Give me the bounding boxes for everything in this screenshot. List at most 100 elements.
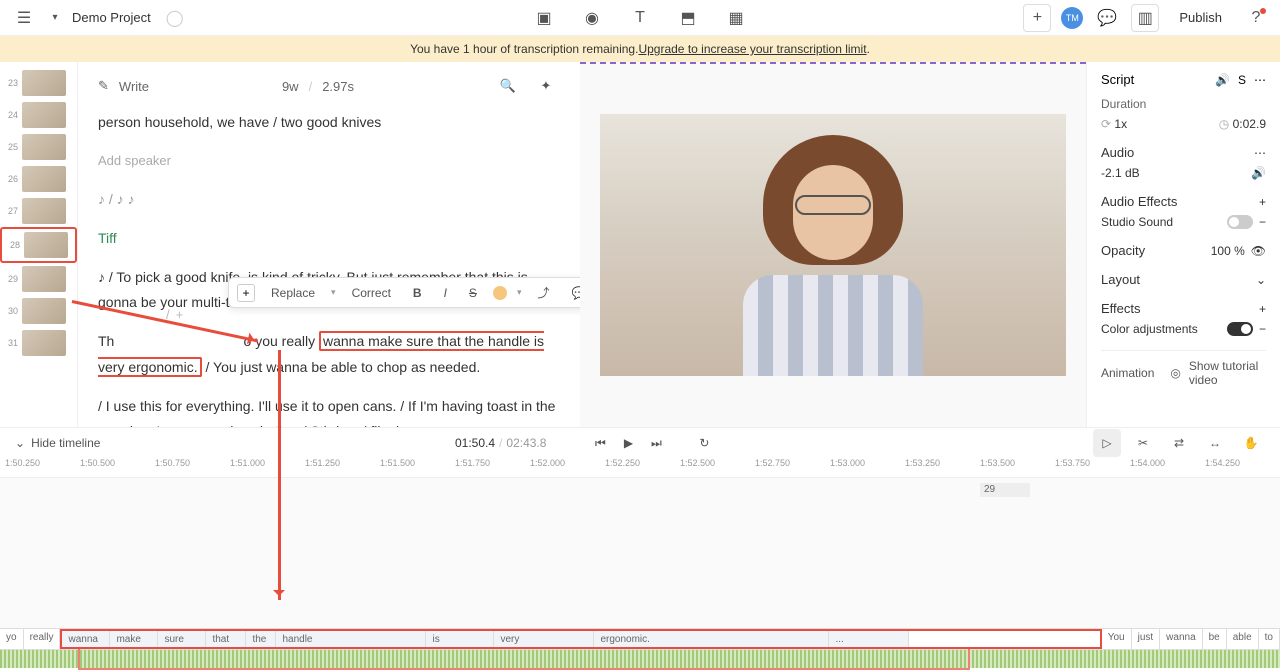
- volume-icon[interactable]: 🔊: [1251, 166, 1266, 180]
- play-button[interactable]: ▶: [614, 429, 642, 457]
- record-icon[interactable]: ◉: [578, 4, 606, 32]
- help-icon[interactable]: ?: [1242, 4, 1270, 32]
- word-cell[interactable]: the: [246, 631, 276, 647]
- word-cell[interactable]: yo: [0, 629, 24, 649]
- panel-icon[interactable]: ▥: [1131, 4, 1159, 32]
- waveform[interactable]: [0, 650, 1280, 668]
- link-tool[interactable]: ⇄: [1165, 429, 1193, 457]
- word-cell[interactable]: handle: [276, 631, 426, 647]
- color-picker[interactable]: [493, 286, 507, 300]
- duration-value[interactable]: 0:02.9: [1233, 117, 1266, 131]
- remove-icon[interactable]: −: [1259, 215, 1266, 229]
- thumbnail-23[interactable]: 23: [0, 67, 77, 99]
- avatar[interactable]: TM: [1061, 7, 1083, 29]
- text-icon[interactable]: T: [626, 4, 654, 32]
- project-name: Demo Project: [72, 10, 151, 25]
- plus-icon[interactable]: +: [176, 307, 184, 322]
- camera-icon[interactable]: ▣: [530, 4, 558, 32]
- italic-button[interactable]: I: [438, 284, 453, 302]
- menu-icon[interactable]: ☰: [10, 4, 38, 32]
- word-cell[interactable]: make: [110, 631, 158, 647]
- word-cell[interactable]: able: [1227, 629, 1259, 649]
- volume-icon[interactable]: 🔊: [1215, 73, 1230, 87]
- replace-button[interactable]: Replace: [265, 284, 321, 302]
- speaker-label[interactable]: Tiff: [98, 226, 560, 251]
- add-icon[interactable]: +: [1023, 4, 1051, 32]
- word-cell[interactable]: ...: [829, 631, 909, 647]
- animation-button[interactable]: Animation: [1101, 366, 1154, 380]
- blade-tool[interactable]: ✂: [1129, 429, 1157, 457]
- selected-words[interactable]: wannamakesurethatthehandleisveryergonomi…: [60, 629, 1101, 649]
- prev-button[interactable]: ⏮: [586, 429, 614, 457]
- eye-icon[interactable]: 👁: [1251, 244, 1266, 258]
- hide-timeline-icon[interactable]: ⌄: [15, 436, 25, 450]
- next-button[interactable]: ⏭: [642, 429, 670, 457]
- speed-value[interactable]: 1x: [1114, 117, 1127, 131]
- thumbnail-29[interactable]: 29: [0, 263, 77, 295]
- word-cell[interactable]: just: [1132, 629, 1161, 649]
- resize-tool[interactable]: ↔: [1201, 429, 1229, 457]
- publish-button[interactable]: Publish: [1169, 6, 1232, 29]
- color-adjustments-label: Color adjustments: [1101, 322, 1198, 336]
- add-icon[interactable]: +: [1259, 302, 1266, 316]
- transcript-line[interactable]: person household, we have / two good kni…: [98, 110, 560, 135]
- chevron-down-icon[interactable]: ▾: [48, 4, 62, 32]
- timeline-tracks[interactable]: 29: [0, 478, 1280, 628]
- audio-db[interactable]: -2.1 dB: [1101, 166, 1140, 180]
- word-cell[interactable]: really: [24, 629, 61, 649]
- word-cell[interactable]: sure: [158, 631, 206, 647]
- thumbnail-27[interactable]: 27: [0, 195, 77, 227]
- sparkle-icon[interactable]: ✦: [532, 72, 560, 100]
- loop-icon[interactable]: ↻: [690, 429, 718, 457]
- word-cell[interactable]: You: [1102, 629, 1132, 649]
- more-icon[interactable]: ⋯: [1254, 146, 1266, 160]
- strike-button[interactable]: S: [463, 284, 483, 302]
- timeline-panel: ⌄ Hide timeline 01:50.4 / 02:43.8 ⏮ ▶ ⏭ …: [0, 427, 1280, 667]
- thumbnail-25[interactable]: 25: [0, 131, 77, 163]
- word-cell[interactable]: ergonomic.: [594, 631, 829, 647]
- write-label: Write: [119, 79, 149, 94]
- studio-sound-toggle[interactable]: [1227, 215, 1253, 229]
- more-icon[interactable]: ⋯: [1254, 73, 1266, 87]
- hide-timeline-button[interactable]: Hide timeline: [31, 436, 100, 450]
- s-button[interactable]: S: [1238, 73, 1246, 87]
- word-cell[interactable]: to: [1259, 629, 1280, 649]
- comment-icon[interactable]: 💬: [565, 284, 580, 302]
- video-preview[interactable]: [580, 62, 1086, 427]
- comment-icon[interactable]: 💬: [1093, 4, 1121, 32]
- thumbnail-30[interactable]: 30: [0, 295, 77, 327]
- word-cell[interactable]: be: [1203, 629, 1227, 649]
- thumbnail-24[interactable]: 24: [0, 99, 77, 131]
- shapes-icon[interactable]: ⬒: [674, 4, 702, 32]
- add-icon[interactable]: +: [1259, 195, 1266, 209]
- add-button[interactable]: +: [237, 284, 255, 302]
- word-cell[interactable]: that: [206, 631, 246, 647]
- remove-icon[interactable]: −: [1259, 322, 1266, 336]
- thumbnail-28[interactable]: 28: [0, 227, 77, 263]
- word-cell[interactable]: very: [494, 631, 594, 647]
- correct-button[interactable]: Correct: [346, 284, 397, 302]
- word-track[interactable]: yoreallywannamakesurethatthehandleisvery…: [0, 628, 1280, 650]
- transcript-paragraph[interactable]: / I use this for everything. I'll use it…: [98, 394, 560, 427]
- hand-tool[interactable]: ✋: [1237, 429, 1265, 457]
- grid-icon[interactable]: ▦: [722, 4, 750, 32]
- timeline-ruler[interactable]: 1:50.2501:50.5001:50.7501:51.0001:51.250…: [0, 458, 1280, 478]
- thumbnail-26[interactable]: 26: [0, 163, 77, 195]
- clip-marker[interactable]: 29: [980, 483, 1030, 497]
- add-speaker-button[interactable]: Add speaker: [98, 149, 560, 172]
- word-cell[interactable]: wanna: [62, 631, 110, 647]
- thumbnail-31[interactable]: 31: [0, 327, 77, 359]
- tutorial-link[interactable]: Show tutorial video: [1189, 359, 1266, 387]
- bold-button[interactable]: B: [407, 284, 428, 302]
- word-cell[interactable]: is: [426, 631, 494, 647]
- word-count: 9w: [282, 79, 299, 94]
- color-adj-toggle[interactable]: [1227, 322, 1253, 336]
- cursor-tool[interactable]: ▷: [1093, 429, 1121, 457]
- opacity-value[interactable]: 100 %: [1211, 244, 1245, 258]
- transcript-paragraph[interactable]: The important thing is so you really wan…: [98, 329, 560, 379]
- export-icon[interactable]: ⤴: [531, 282, 555, 303]
- upgrade-link[interactable]: Upgrade to increase your transcription l…: [638, 42, 866, 56]
- search-icon[interactable]: 🔍: [494, 72, 522, 100]
- chevron-down-icon[interactable]: ⌄: [1256, 273, 1266, 287]
- word-cell[interactable]: wanna: [1160, 629, 1202, 649]
